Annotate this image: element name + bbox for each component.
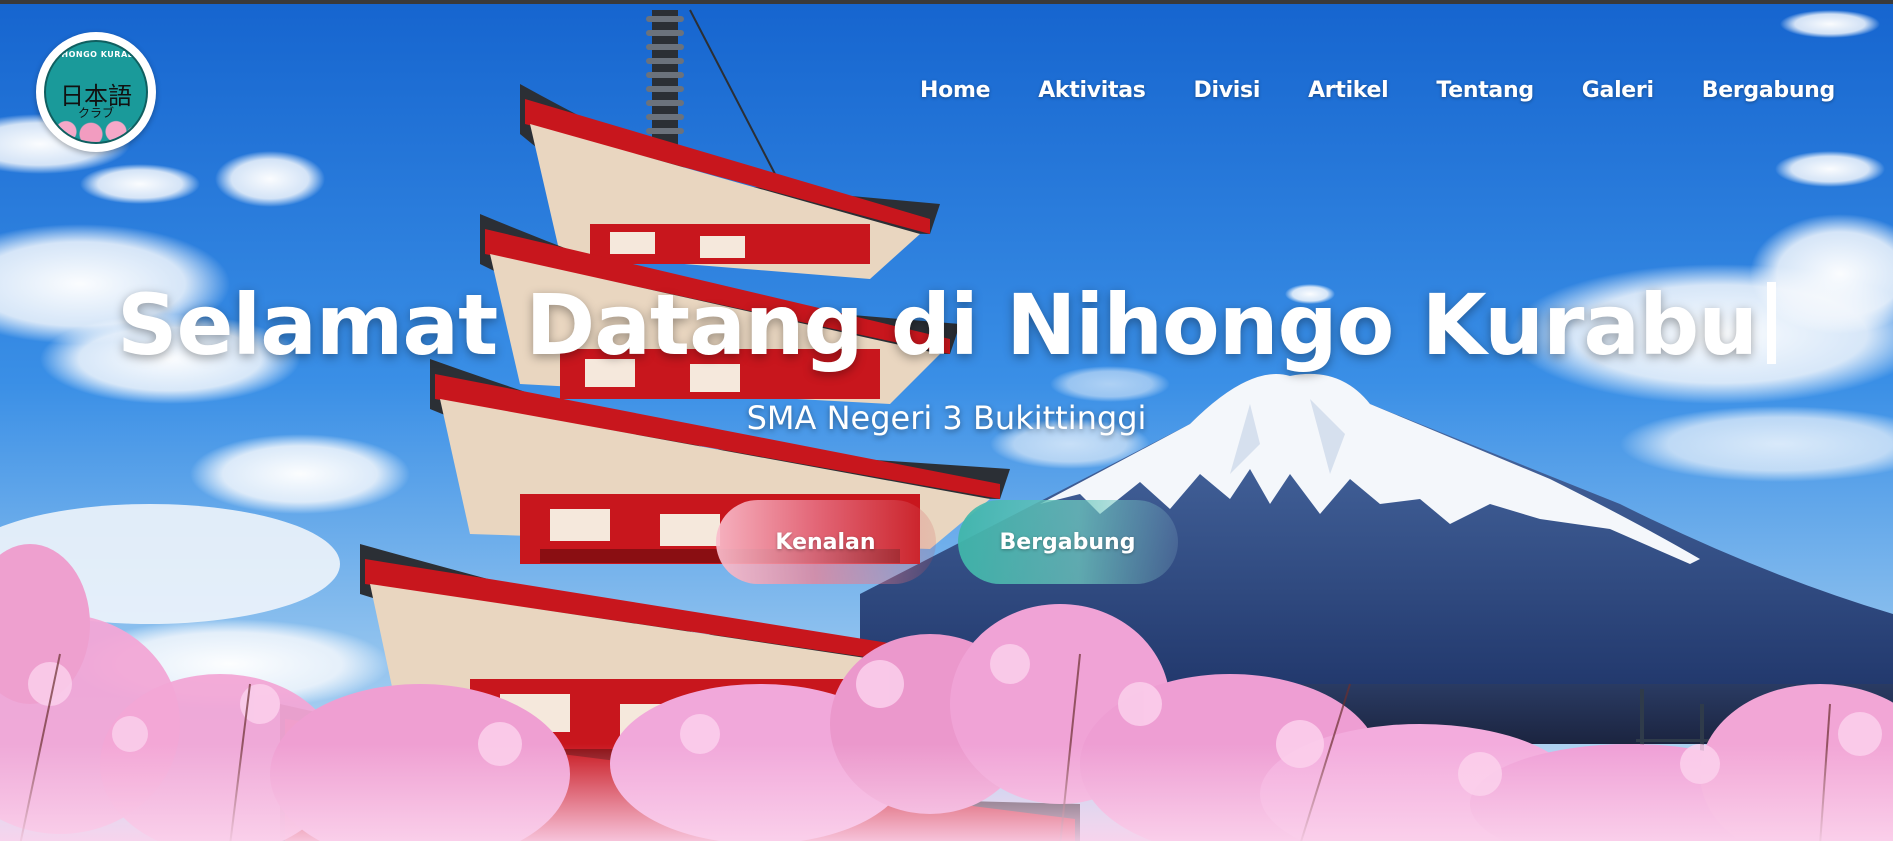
nav-link-galeri[interactable]: Galeri: [1558, 78, 1678, 103]
nav-link-artikel[interactable]: Artikel: [1284, 78, 1412, 103]
bergabung-button[interactable]: Bergabung: [957, 500, 1178, 584]
kenalan-button[interactable]: Kenalan: [715, 500, 936, 584]
hero-cta-group: Kenalan Bergabung: [0, 500, 1893, 584]
logo-ring-text: NIHONGO KURABU: [50, 50, 142, 59]
nav-link-divisi[interactable]: Divisi: [1170, 78, 1285, 103]
logo-emblem: NIHONGO KURABU 日本語 クラブ: [44, 40, 148, 144]
nav-link-aktivitas[interactable]: Aktivitas: [1014, 78, 1169, 103]
hero-subtitle: SMA Negeri 3 Bukittinggi: [746, 399, 1147, 437]
typing-cursor: [1767, 282, 1777, 364]
club-logo[interactable]: NIHONGO KURABU 日本語 クラブ: [36, 32, 156, 152]
main-navigation: Home Aktivitas Divisi Artikel Tentang Ga…: [896, 78, 1835, 103]
nav-link-tentang[interactable]: Tentang: [1412, 78, 1557, 103]
hero-headline-text: Selamat Datang di Nihongo Kurabu: [116, 276, 1758, 374]
nav-link-home[interactable]: Home: [896, 78, 1014, 103]
logo-blossom-icon: [46, 116, 146, 142]
hero-headline: Selamat Datang di Nihongo Kurabu: [0, 276, 1893, 374]
hero-section: NIHONGO KURABU 日本語 クラブ Home Aktivitas Di…: [0, 0, 1893, 841]
nav-link-bergabung[interactable]: Bergabung: [1678, 78, 1836, 103]
